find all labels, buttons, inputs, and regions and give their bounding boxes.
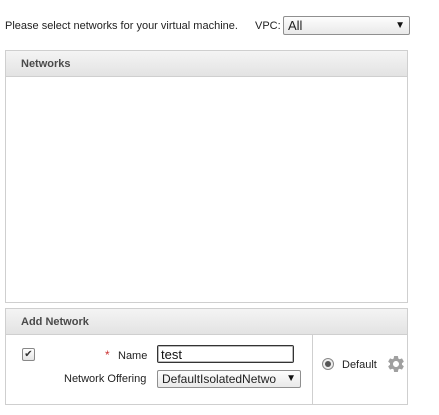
vpc-select-value: All [288,18,303,33]
network-offering-value: DefaultIsolatedNetwo [162,372,277,386]
gear-icon[interactable] [386,354,406,374]
add-network-title: Add Network [21,316,89,328]
add-network-checkbox[interactable]: ✔ [22,348,35,361]
vpc-label: VPC: [255,20,281,32]
network-offering-label: Network Offering [64,373,147,385]
default-network-radio[interactable] [322,358,334,370]
networks-panel-header: Networks [5,50,408,77]
vpc-select[interactable]: All ▼ [283,16,410,35]
chevron-down-icon: ▼ [395,20,405,31]
add-network-form: ✔ * Name Network Offering DefaultIsolate… [5,335,408,405]
chevron-down-icon: ▼ [286,373,296,384]
networks-panel-title: Networks [21,58,71,70]
required-marker: * [105,348,110,362]
name-label: Name [118,350,148,362]
network-name-input[interactable] [157,345,294,363]
form-divider [312,335,313,404]
instruction-text: Please select networks for your virtual … [5,20,238,32]
check-icon: ✔ [24,349,33,360]
add-network-header: Add Network [5,308,408,335]
network-offering-select[interactable]: DefaultIsolatedNetwo ▼ [157,370,301,388]
networks-list [5,77,408,303]
vpc-filter-row: Please select networks for your virtual … [5,16,410,35]
default-label: Default [342,359,377,371]
